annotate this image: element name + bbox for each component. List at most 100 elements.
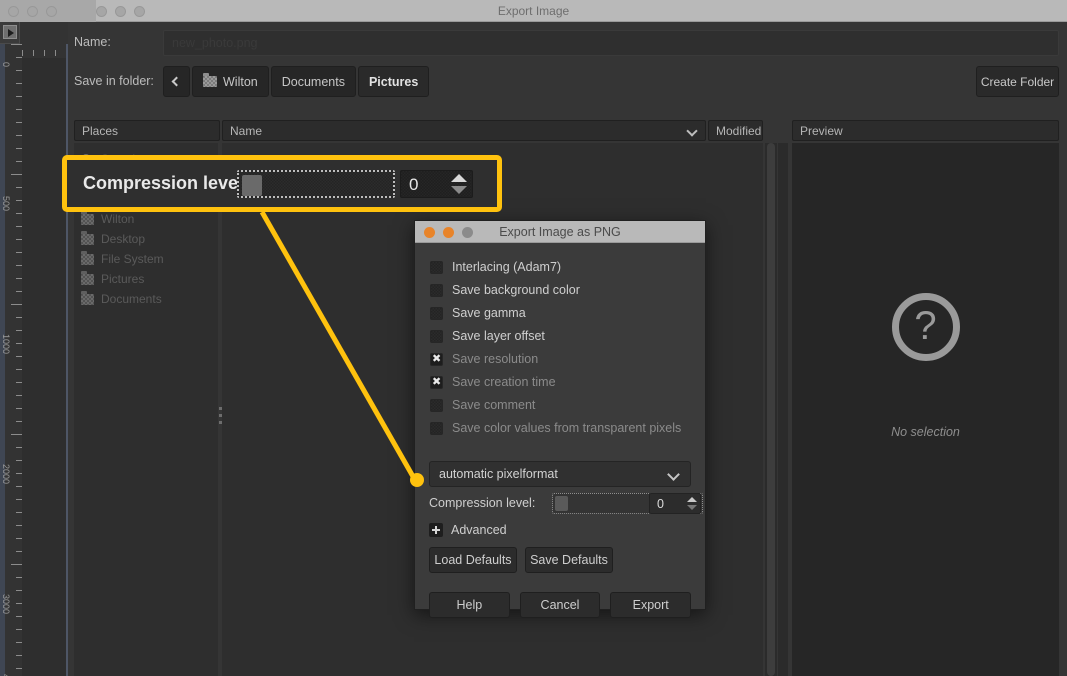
gimp-background-strip: 05001000200030004000 [0, 22, 68, 676]
ruler-tick [16, 135, 22, 136]
export-button[interactable]: Export [610, 592, 692, 618]
checkbox-unchecked-icon[interactable] [430, 329, 443, 343]
place-item-file-system[interactable]: File System [74, 249, 164, 269]
folder-icon [81, 270, 94, 285]
ruler-tick [55, 50, 56, 56]
name-column-header-label: Name [230, 123, 263, 138]
checkbox-label: Save resolution [452, 352, 539, 366]
file-list-scrollbar[interactable] [765, 143, 777, 676]
ruler-tick [16, 161, 22, 162]
spinner-up-arrow-icon[interactable] [451, 174, 467, 182]
help-button[interactable]: Help [429, 592, 510, 618]
ruler-tick [16, 473, 22, 474]
ruler-label: 1000 [1, 334, 11, 355]
callout-compression-spinner[interactable]: 0 [400, 170, 473, 198]
ruler-tick [16, 265, 22, 266]
create-folder-button[interactable]: Create Folder [976, 66, 1059, 97]
checkbox-save-layer-offset[interactable]: Save layer offset [430, 329, 545, 343]
chevron-left-icon [171, 76, 182, 87]
place-item-label: Wilton [101, 212, 135, 226]
checkbox-unchecked-icon[interactable] [430, 260, 443, 274]
pixelformat-select[interactable]: automatic pixelformat [429, 461, 691, 487]
callout-slider-knob[interactable] [242, 175, 262, 196]
ruler-tick [16, 590, 22, 591]
filename-input[interactable]: new_photo.png [163, 30, 1059, 56]
ruler-tick [16, 278, 22, 279]
folder-icon [81, 230, 94, 245]
checkbox-interlacing-adam7-[interactable]: Interlacing (Adam7) [430, 260, 561, 274]
vertical-ruler: 05001000200030004000 [1, 44, 22, 676]
ruler-corner[interactable] [0, 22, 20, 44]
places-sidebar: SearchRecently UsedWiltonDesktopFile Sys… [74, 143, 220, 676]
compression-level-row: Compression level: 0 [429, 493, 703, 515]
ruler-tick [16, 512, 22, 513]
slider-knob[interactable] [555, 496, 568, 511]
checkbox-save-creation-time[interactable]: Save creation time [430, 375, 556, 390]
ruler-tick [16, 239, 22, 240]
breadcrumb-item-documents[interactable]: Documents [270, 66, 356, 97]
spinner-up-arrow-icon[interactable] [687, 497, 697, 502]
breadcrumb-back-button[interactable] [163, 66, 190, 97]
plus-icon [429, 523, 443, 537]
checkbox-unchecked-icon[interactable] [430, 421, 443, 435]
compression-level-label: Compression level: [429, 496, 536, 510]
place-item-documents[interactable]: Documents [74, 289, 162, 309]
cancel-button[interactable]: Cancel [519, 592, 601, 618]
ruler-tick [16, 395, 22, 396]
checkbox-label: Interlacing (Adam7) [452, 260, 562, 274]
checkbox-unchecked-icon[interactable] [430, 283, 443, 297]
ruler-tick [16, 486, 22, 487]
ruler-label: 2000 [1, 464, 11, 485]
ruler-tick [16, 252, 22, 253]
spinner-down-arrow-icon[interactable] [687, 505, 697, 510]
load-defaults-button[interactable]: Load Defaults [429, 547, 517, 573]
place-item-pictures[interactable]: Pictures [74, 269, 144, 289]
ruler-tick [22, 50, 23, 56]
checkbox-unchecked-icon[interactable] [430, 398, 443, 412]
folder-icon [81, 290, 94, 305]
checkbox-save-gamma[interactable]: Save gamma [430, 306, 526, 320]
scrollbar-thumb[interactable] [767, 143, 775, 676]
no-selection-text: No selection [891, 425, 960, 439]
ruler-tick [16, 213, 22, 214]
checkbox-label: Save creation time [452, 375, 556, 389]
breadcrumb-item-wilton[interactable]: Wilton [192, 66, 269, 97]
question-mark-icon: ? [891, 293, 960, 361]
checkbox-checked-icon[interactable] [430, 375, 443, 390]
advanced-expander[interactable]: Advanced [429, 523, 507, 537]
checkbox-save-color-values-from-transparent-pixels[interactable]: Save color values from transparent pixel… [430, 421, 681, 435]
ruler-tick [16, 70, 22, 71]
checkbox-save-comment[interactable]: Save comment [430, 398, 535, 412]
place-item-desktop[interactable]: Desktop [74, 229, 145, 249]
ruler-tick [16, 122, 22, 123]
ruler-tick [16, 525, 22, 526]
callout-compression-value: 0 [409, 175, 419, 194]
ruler-tick [16, 317, 22, 318]
modified-column-header[interactable]: Modified [708, 120, 763, 141]
checkbox-label: Save gamma [452, 306, 526, 320]
ruler-tick [16, 343, 22, 344]
checkbox-save-resolution[interactable]: Save resolution [430, 352, 539, 367]
checkbox-save-background-color[interactable]: Save background color [430, 283, 580, 297]
name-column-header[interactable]: Name [222, 120, 706, 141]
checkbox-checked-icon[interactable] [430, 352, 443, 367]
pane-gap-strip [778, 143, 788, 676]
place-item-label: File System [101, 252, 164, 266]
ruler-tick [16, 109, 22, 110]
advanced-label: Advanced [451, 523, 507, 537]
ruler-tick [16, 96, 22, 97]
checkbox-unchecked-icon[interactable] [430, 306, 443, 320]
spinner-down-arrow-icon[interactable] [451, 186, 467, 194]
save-defaults-button[interactable]: Save Defaults [525, 547, 613, 573]
breadcrumb-item-pictures[interactable]: Pictures [357, 66, 430, 97]
folder-icon [81, 210, 94, 225]
callout-compression-slider[interactable] [237, 170, 395, 198]
compression-level-spinner[interactable]: 0 [649, 493, 701, 514]
ruler-tick [44, 50, 45, 56]
ruler-label: 3000 [1, 594, 11, 615]
place-item-wilton[interactable]: Wilton [74, 209, 134, 229]
callout-compression-label: Compression level: [83, 173, 250, 193]
ruler-tick [16, 356, 22, 357]
save-in-folder-row: Save in folder: Wilton Documents Picture… [74, 66, 1059, 98]
name-label: Name: [74, 35, 111, 49]
